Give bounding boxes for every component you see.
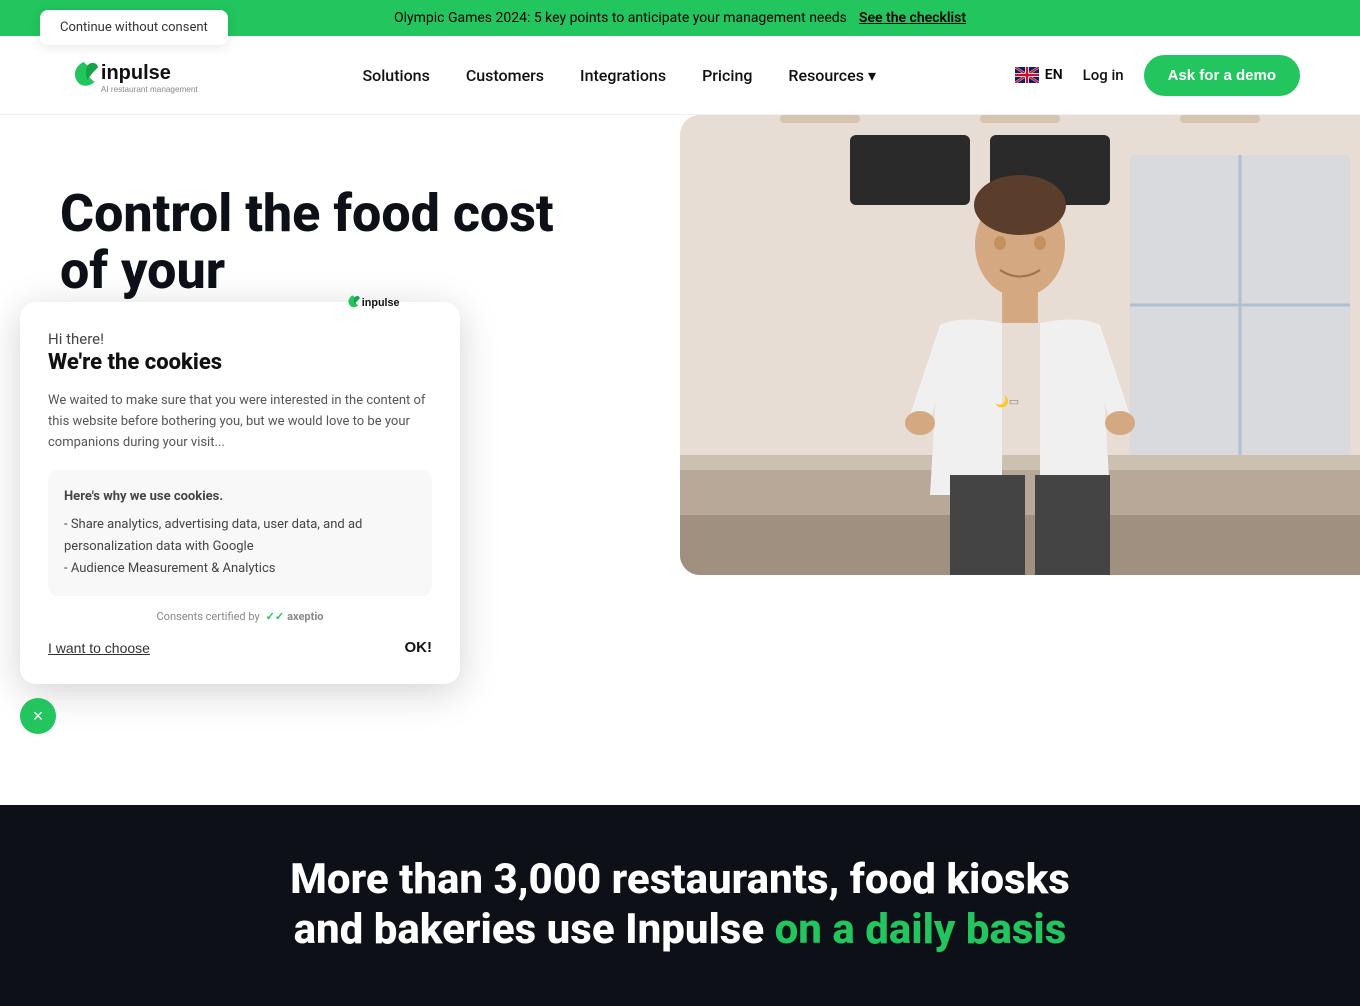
svg-text:inpulse: inpulse	[362, 297, 400, 309]
demo-button[interactable]: Ask for a demo	[1144, 55, 1300, 96]
cookie-logo: inpulse	[342, 290, 432, 321]
nav-links: Solutions Customers Integrations Pricing…	[362, 66, 876, 85]
lang-label: EN	[1045, 67, 1063, 83]
nav-customers[interactable]: Customers	[466, 66, 544, 85]
chevron-down-icon: ▾	[868, 66, 876, 85]
language-selector[interactable]: EN	[1015, 67, 1063, 83]
nav-integrations[interactable]: Integrations	[580, 66, 666, 85]
svg-text:AI restaurant management: AI restaurant management	[101, 85, 198, 94]
cookie-bullet-1: - Share analytics, advertising data, use…	[64, 514, 416, 558]
banner-text: Olympic Games 2024: 5 key points to anti…	[394, 10, 847, 26]
hero-image: 🌙▭	[680, 115, 1360, 575]
close-cookie-button[interactable]: ×	[20, 698, 56, 734]
choose-button[interactable]: I want to choose	[48, 640, 150, 656]
nav-pricing[interactable]: Pricing	[702, 66, 752, 85]
svg-text:🌙▭: 🌙▭	[995, 395, 1019, 408]
cookie-consent-box: inpulse Hi there! We're the cookies We w…	[20, 302, 460, 684]
cookie-bullet-2: - Audience Measurement & Analytics	[64, 558, 416, 580]
cookie-description: We waited to make sure that you were int…	[48, 391, 432, 453]
navbar: inpulse AI restaurant management Solutio…	[0, 36, 1360, 115]
cookie-inner-box: Here's why we use cookies. - Share analy…	[48, 470, 432, 596]
nav-right: EN Log in Ask for a demo	[1015, 55, 1300, 96]
continue-without-consent[interactable]: Continue without consent	[40, 10, 228, 45]
nav-resources[interactable]: Resources ▾	[788, 66, 876, 85]
logo[interactable]: inpulse AI restaurant management	[60, 50, 224, 100]
cookie-buttons: I want to choose OK!	[48, 639, 432, 656]
cookie-certified: Consents certified by ✓✓ axeptio	[48, 610, 432, 623]
ok-button[interactable]: OK!	[405, 639, 433, 656]
login-link[interactable]: Log in	[1083, 66, 1124, 84]
cookie-title: We're the cookies	[48, 350, 432, 375]
bottom-headline: More than 3,000 restaurants, food kiosks…	[60, 855, 1300, 956]
banner-cta[interactable]: See the checklist	[859, 10, 966, 26]
nav-solutions[interactable]: Solutions	[362, 66, 429, 85]
cookie-inner-title: Here's why we use cookies.	[64, 486, 416, 508]
cookie-greeting: Hi there!	[48, 330, 432, 348]
restaurant-photo: 🌙▭	[680, 115, 1360, 575]
bottom-section: More than 3,000 restaurants, food kiosks…	[0, 805, 1360, 1006]
svg-text:inpulse: inpulse	[101, 62, 171, 84]
